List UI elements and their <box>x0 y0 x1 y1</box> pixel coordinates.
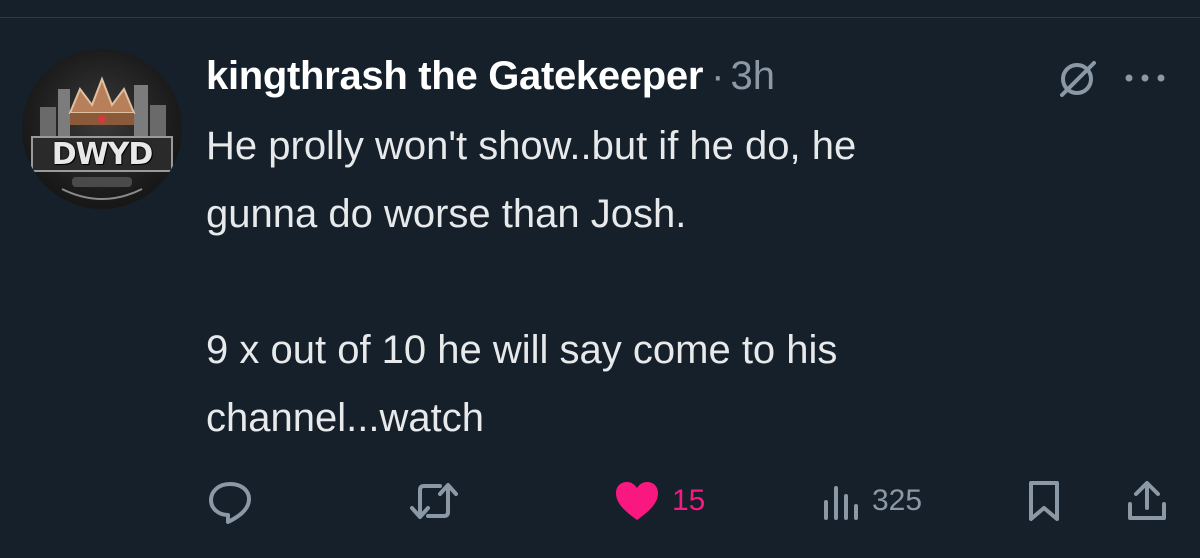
more-options-icon[interactable] <box>1120 66 1170 90</box>
tweet-paragraph: 9 x out of 10 he will say come to his ch… <box>206 328 838 440</box>
views-icon <box>824 486 858 520</box>
bookmark-button[interactable] <box>1024 478 1064 524</box>
share-icon <box>1128 481 1166 520</box>
avatar-artwork <box>31 76 173 200</box>
separator-dot: · <box>711 53 725 98</box>
like-count: 15 <box>672 484 706 517</box>
avatar[interactable]: DWYD <box>22 49 182 209</box>
like-button[interactable]: 15 <box>612 478 705 524</box>
top-divider <box>0 17 1200 18</box>
heart-icon <box>616 482 658 520</box>
avatar-logo-text: DWYD <box>51 137 154 172</box>
reply-button[interactable] <box>206 478 254 524</box>
tweet-paragraph: He prolly won't show..but if he do, he g… <box>206 124 857 236</box>
reply-icon <box>209 482 251 524</box>
retweet-button[interactable] <box>406 478 462 524</box>
timestamp[interactable]: 3h <box>730 54 775 99</box>
bookmark-icon <box>1029 481 1059 521</box>
tweet-text: He prolly won't show..but if he do, he g… <box>206 112 1166 452</box>
grok-icon[interactable] <box>1056 56 1100 100</box>
views-button[interactable]: 325 <box>818 478 922 524</box>
view-count: 325 <box>872 484 923 517</box>
tweet-header: kingthrash the Gatekeeper · 3h <box>206 46 775 106</box>
share-button[interactable] <box>1124 478 1170 524</box>
display-name[interactable]: kingthrash the Gatekeeper <box>206 54 703 99</box>
retweet-icon <box>410 483 458 519</box>
